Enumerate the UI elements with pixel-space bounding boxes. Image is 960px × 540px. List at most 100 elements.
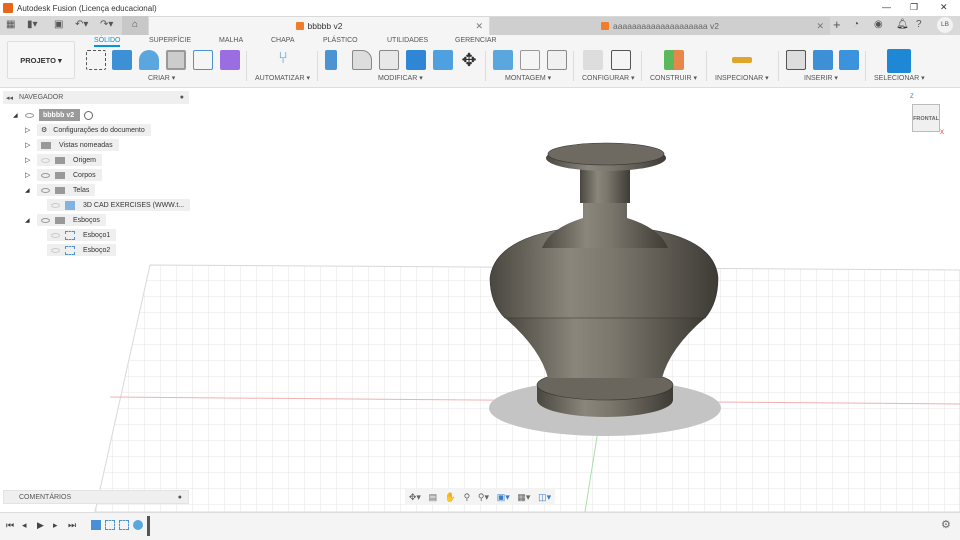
user-avatar[interactable]: LB — [937, 17, 953, 33]
automate-icon[interactable]: ⑂ — [273, 50, 293, 70]
parameters-icon[interactable] — [583, 50, 603, 70]
hidden-icon[interactable] — [51, 232, 60, 238]
view-cube[interactable]: Z FRONTAL X — [902, 92, 952, 142]
hidden-icon[interactable] — [51, 247, 60, 253]
tab-plastico[interactable]: PLÁSTICO — [323, 37, 358, 44]
viewports-icon[interactable]: ◫▾ — [538, 492, 551, 503]
3d-viewport[interactable] — [0, 88, 960, 513]
new-tab-icon[interactable]: + — [833, 17, 841, 32]
tree-item-canvas[interactable]: 3D CAD EXERCISES (WWW.t... — [47, 199, 191, 211]
group-automatizar[interactable]: AUTOMATIZAR ▾ — [255, 74, 310, 82]
home-icon[interactable]: ⌂ — [122, 16, 148, 35]
timeline-sketch2-feature[interactable] — [119, 520, 129, 530]
go-to-end-icon[interactable]: ⏭ — [68, 520, 76, 531]
zoom-icon[interactable]: ⚲ — [464, 492, 471, 503]
hidden-icon[interactable] — [41, 157, 50, 163]
tab-solido[interactable]: SÓLIDO — [94, 37, 121, 47]
save-icon[interactable]: ▣ — [54, 19, 63, 30]
viewcube-front-face[interactable]: FRONTAL — [912, 104, 940, 132]
redo-icon[interactable]: ↷▾ — [100, 19, 113, 30]
select-icon[interactable] — [887, 49, 911, 73]
panel-options-icon[interactable]: ● — [180, 94, 184, 101]
timeline-revolve-feature[interactable] — [133, 520, 143, 530]
combine-icon[interactable] — [406, 50, 426, 70]
tree-item-doc-settings[interactable]: ▷ ⚙ Configurações do documento — [25, 124, 151, 136]
collapse-panel-icon[interactable]: ◂◂ — [6, 94, 13, 102]
insert-canvas-icon[interactable] — [839, 50, 859, 70]
bom-icon[interactable] — [547, 50, 567, 70]
configure-table-icon[interactable] — [611, 50, 631, 70]
extensions-icon[interactable]: ◔ — [853, 19, 859, 30]
tree-item-bodies[interactable]: ▷ Corpos — [25, 169, 102, 181]
job-status-icon[interactable]: ◉ — [874, 19, 883, 30]
tab-chapa[interactable]: CHAPA — [271, 37, 295, 44]
add-comment-icon[interactable]: ● — [178, 494, 182, 501]
orbit-icon[interactable]: ✥▾ — [409, 492, 421, 503]
comments-panel[interactable]: COMENTÁRIOS ● — [3, 490, 189, 504]
pan-icon[interactable]: ✋ — [445, 492, 456, 503]
project-button[interactable]: PROJETO ▾ — [7, 41, 75, 79]
close-tab-icon[interactable]: ✕ — [816, 21, 824, 32]
tree-item-sketch1[interactable]: Esboço1 — [47, 229, 117, 241]
hole-icon[interactable] — [166, 50, 186, 70]
look-at-icon[interactable]: ▤ — [429, 492, 438, 503]
group-modificar[interactable]: MODIFICAR ▾ — [378, 74, 423, 82]
tree-item-named-views[interactable]: ▷ Vistas nomeadas — [25, 139, 119, 151]
create-sketch-icon[interactable] — [86, 50, 106, 70]
tree-item-root[interactable]: ◢ bbbbb v2 — [13, 109, 94, 121]
new-component-icon[interactable] — [493, 50, 513, 70]
hidden-icon[interactable] — [51, 202, 60, 208]
tab-bbbbb[interactable]: bbbbb v2 ✕ — [149, 17, 489, 35]
timeline-canvas-feature[interactable] — [91, 520, 101, 530]
step-back-icon[interactable]: ◂ — [22, 520, 27, 531]
measure-icon[interactable] — [732, 57, 752, 63]
play-icon[interactable]: ▶ — [37, 520, 44, 531]
tab-superficie[interactable]: SUPERFÍCIE — [149, 37, 191, 44]
tab-gerenciar[interactable]: GERENCIAR — [455, 37, 497, 44]
joint-icon[interactable] — [520, 50, 540, 70]
group-configurar[interactable]: CONFIGURAR ▾ — [582, 74, 635, 82]
group-inserir[interactable]: INSERIR ▾ — [804, 74, 838, 82]
undo-icon[interactable]: ↶▾ — [75, 19, 88, 30]
go-to-start-icon[interactable]: ⏮ — [6, 520, 14, 531]
tree-item-sketches[interactable]: ◢ Esboços — [25, 214, 106, 226]
timeline-marker[interactable] — [147, 516, 150, 536]
fit-icon[interactable]: ⚲▾ — [478, 492, 489, 503]
tree-item-origin[interactable]: ▷ Origem — [25, 154, 102, 166]
activate-radio[interactable] — [84, 110, 94, 120]
close-tab-icon[interactable]: ✕ — [475, 21, 483, 32]
grid-settings-icon[interactable]: ▦▾ — [517, 492, 530, 503]
help-icon[interactable]: ? — [916, 19, 922, 30]
group-inspecionar[interactable]: INSPECIONAR ▾ — [715, 74, 769, 82]
tab-malha[interactable]: MALHA — [219, 37, 243, 44]
group-montagem[interactable]: MONTAGEM ▾ — [505, 74, 551, 82]
insert-mcmaster-icon[interactable] — [813, 50, 833, 70]
close-window-button[interactable]: ✕ — [940, 2, 948, 13]
fillet-icon[interactable] — [352, 50, 372, 70]
tree-item-sketch2[interactable]: Esboço2 — [47, 244, 117, 256]
move-icon[interactable]: ✥ — [459, 50, 479, 70]
visibility-icon[interactable] — [41, 172, 50, 178]
tab-utilidades[interactable]: UTILIDADES — [387, 37, 428, 44]
timeline-settings-gear-icon[interactable]: ⚙ — [941, 518, 951, 531]
visibility-icon[interactable] — [25, 112, 34, 118]
display-settings-icon[interactable]: ▣▾ — [497, 492, 510, 503]
visibility-icon[interactable] — [41, 217, 50, 223]
group-criar[interactable]: CRIAR ▾ — [148, 74, 175, 82]
form-icon[interactable] — [220, 50, 240, 70]
revolve-icon[interactable] — [139, 50, 159, 70]
tree-item-canvases[interactable]: ◢ Telas — [25, 184, 96, 196]
visibility-icon[interactable] — [41, 187, 50, 193]
shell-icon[interactable] — [379, 50, 399, 70]
timeline-sketch1-feature[interactable] — [105, 520, 115, 530]
insert-derive-icon[interactable] — [786, 50, 806, 70]
apps-grid-icon[interactable]: ▦ — [6, 19, 15, 30]
pattern-icon[interactable] — [193, 50, 213, 70]
split-body-icon[interactable] — [433, 50, 453, 70]
group-construir[interactable]: CONSTRUIR ▾ — [650, 74, 697, 82]
construct-plane-icon[interactable] — [664, 50, 684, 70]
minimize-button[interactable]: — — [882, 2, 891, 12]
step-forward-icon[interactable]: ▸ — [53, 520, 58, 531]
extrude-icon[interactable] — [112, 50, 132, 70]
tab-aaaa[interactable]: aaaaaaaaaaaaaaaaaaaa v2 ✕ — [490, 17, 830, 35]
